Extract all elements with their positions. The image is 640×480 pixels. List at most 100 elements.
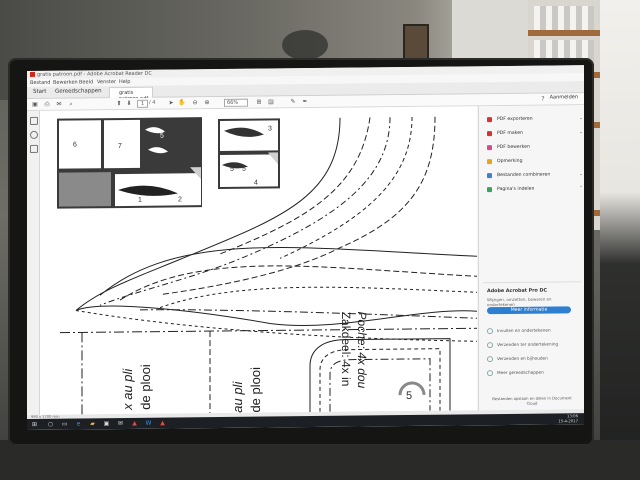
zoom-in-icon[interactable]: ⊕ <box>203 99 211 106</box>
thumb-number: 5 <box>160 133 164 140</box>
tool-label: Opmerking <box>497 158 523 165</box>
zoom-level-select[interactable]: 66% <box>224 98 248 107</box>
acrobat-icon <box>30 71 35 77</box>
extra-tool-send-track[interactable]: Verzenden en bijhouden <box>487 356 548 365</box>
extra-tool-label: Meer gereedschappen <box>497 369 544 376</box>
extra-tool-fill-sign[interactable]: Invullen en ondertekenen <box>487 328 551 337</box>
tool-label: PDF exporteren <box>497 116 533 123</box>
task-view-icon[interactable]: ▭ <box>61 421 68 428</box>
tool-label: Bestanden combineren <box>497 172 551 179</box>
file-explorer-icon[interactable]: ▰ <box>89 420 96 427</box>
tool-label: PDF maken <box>497 130 523 137</box>
page-total: / 4 <box>149 99 156 106</box>
search-icon[interactable]: ⌕ <box>67 100 75 108</box>
word-icon[interactable]: W <box>145 420 152 427</box>
sign-in-button[interactable]: Aanmelden <box>550 94 578 100</box>
pattern-label: x au pli <box>120 368 135 411</box>
send-sign-icon <box>487 342 493 349</box>
comment-tool-icon <box>487 159 492 165</box>
thumb-number: 1 <box>138 197 142 204</box>
edit-pdf-icon <box>487 145 492 151</box>
print-icon[interactable]: ⎙ <box>43 101 51 108</box>
search-icon[interactable]: ○ <box>47 421 54 428</box>
thumb-number: 6 <box>73 141 77 148</box>
email-icon[interactable]: ✉ <box>55 101 63 108</box>
export-pdf-icon <box>487 117 492 123</box>
ceiling-lamp <box>282 30 328 60</box>
thumb-number: 2 <box>178 196 182 203</box>
create-pdf-icon <box>487 131 492 137</box>
tab-tools[interactable]: Gereedschappen <box>55 88 102 94</box>
mail-icon[interactable]: ✉ <box>117 420 124 427</box>
save-icon[interactable]: ▣ <box>31 101 39 108</box>
pattern-label: de plooi <box>248 367 263 413</box>
menu-item-help[interactable]: Help <box>119 79 130 85</box>
pdf-document-page[interactable]: 6 7 5 1 2 3 5 5 4 5 x au pli de plooi au… <box>40 106 477 415</box>
page-up-icon[interactable]: ⬆ <box>115 100 123 107</box>
pattern-label: de plooi <box>138 364 153 410</box>
hand-tool-icon[interactable]: ✋ <box>178 99 186 106</box>
thumb-number: 5 <box>242 166 246 173</box>
page-thumbnails-icon[interactable] <box>30 116 38 125</box>
pattern-label: au pli <box>230 381 245 413</box>
window-title: gratis patroon.pdf - Adobe Acrobat Reade… <box>37 70 152 78</box>
attachments-icon[interactable] <box>30 130 38 139</box>
extra-tool-label: Verzenden ter ondertekening <box>497 341 559 348</box>
select-cursor-icon[interactable]: ➤ <box>167 99 175 106</box>
help-icon[interactable]: ? <box>539 96 547 103</box>
chevron-down-icon: ⌄ <box>579 115 584 122</box>
layers-icon[interactable] <box>30 144 38 153</box>
menu-item-venster[interactable]: Venster <box>97 79 116 85</box>
thumb-number: 7 <box>118 143 122 150</box>
desk <box>0 440 640 480</box>
monitor-brand-logo <box>275 430 327 438</box>
windows-start-icon[interactable]: ⊞ <box>31 421 38 428</box>
pattern-label: Poche: 4x dou <box>355 311 369 388</box>
store-icon[interactable]: ▣ <box>103 420 110 427</box>
fill-sign-icon <box>487 328 493 335</box>
left-navigation-pane <box>27 110 40 415</box>
tools-side-panel: PDF exporteren ⌄ PDF maken ⌄ PDF bewerke… <box>478 105 584 411</box>
clock-date: 15-4-2017 <box>558 417 578 423</box>
more-tools-icon <box>487 370 493 377</box>
sewing-pattern-drawing: 6 7 5 1 2 3 5 5 4 5 x au pli de plooi au… <box>57 116 477 415</box>
thumb-number: 4 <box>254 180 258 187</box>
extra-tool-send-sign[interactable]: Verzenden ter ondertekening <box>487 341 558 350</box>
monitor-screen: gratis patroon.pdf - Adobe Acrobat Reade… <box>27 65 584 430</box>
tab-document[interactable]: gratis patroon.pdf <box>109 86 153 102</box>
tab-start[interactable]: Start <box>33 89 46 95</box>
extra-tool-label: Invullen en ondertekenen <box>497 327 551 334</box>
zoom-out-icon[interactable]: ⊖ <box>191 99 199 106</box>
taskbar-clock[interactable]: 13:06 15-4-2017 <box>558 413 578 423</box>
thumb-number: 5 <box>230 166 234 173</box>
chevron-down-icon: ⌄ <box>579 171 584 178</box>
comment-icon[interactable]: ✎ <box>289 98 297 105</box>
edge-browser-icon[interactable]: e <box>75 420 82 427</box>
tool-label: PDF bewerken <box>497 144 530 151</box>
extra-tool-more[interactable]: Meer gereedschappen <box>487 370 544 379</box>
pattern-piece-number: 5 <box>406 390 412 402</box>
menu-item-beeld[interactable]: Beeld <box>79 79 93 85</box>
more-info-button[interactable]: Meer informatie <box>487 306 571 315</box>
pdf-taskbar-icon[interactable]: ▲ <box>159 420 166 427</box>
combine-files-icon <box>487 173 492 179</box>
sign-icon[interactable]: ✒ <box>301 98 309 105</box>
page-number-input[interactable]: 1 <box>137 99 148 108</box>
divider <box>483 281 581 284</box>
chevron-down-icon: ⌄ <box>579 129 584 136</box>
pro-title: Adobe Acrobat Pro DC <box>487 288 547 295</box>
send-track-icon <box>487 356 493 363</box>
acrobat-taskbar-icon[interactable]: ▲ <box>131 420 138 427</box>
tool-label: Pagina's indelen <box>497 186 535 193</box>
menu-item-bestand[interactable]: Bestand <box>30 80 50 86</box>
fit-page-icon[interactable]: ⊞ <box>255 99 263 106</box>
extra-tool-label: Verzenden en bijhouden <box>497 355 548 362</box>
scroll-mode-icon[interactable]: ▤ <box>267 98 275 105</box>
page-down-icon[interactable]: ⬇ <box>125 100 133 107</box>
shelf-board <box>528 30 600 36</box>
thumb-number: 3 <box>268 125 272 132</box>
pattern-label: Zakdeel: 4x in <box>339 312 353 387</box>
menu-item-bewerken[interactable]: Bewerken <box>53 79 78 85</box>
chevron-up-icon: ⌃ <box>579 185 584 192</box>
document-cloud-promo[interactable]: Bestanden opslaan en delen in Document C… <box>487 395 577 406</box>
